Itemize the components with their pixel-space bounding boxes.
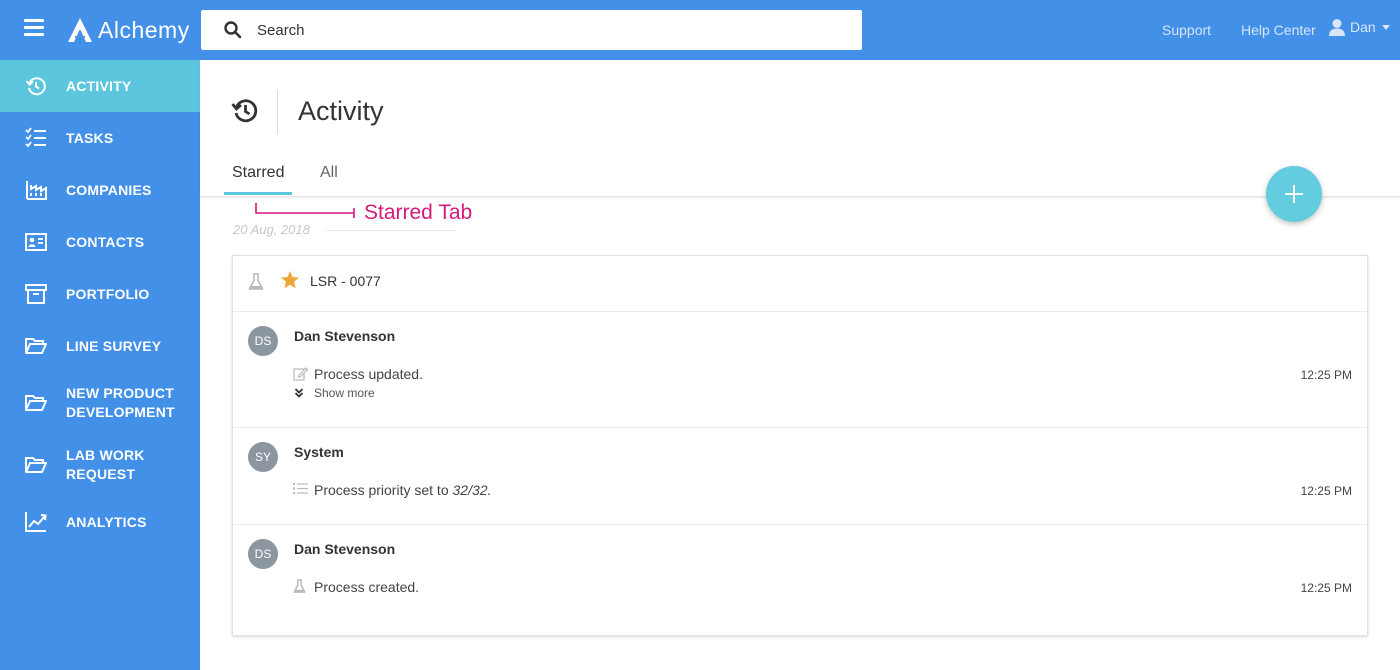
- sidebar-item-label: PORTFOLIO: [66, 286, 150, 302]
- card-header[interactable]: LSR - 0077: [233, 256, 1367, 312]
- activity-entry: SY System Process priority set to 32/32.…: [233, 428, 1367, 525]
- alchemy-logo-icon: [68, 18, 92, 42]
- sidebar-item-label: CONTACTS: [66, 234, 145, 250]
- label-line: LAB WORK: [66, 447, 145, 463]
- date-label: 20 Aug, 2018: [233, 222, 310, 237]
- add-button[interactable]: [1266, 166, 1322, 222]
- sidebar-item-line-survey[interactable]: LINE SURVEY: [0, 320, 200, 372]
- show-more-label: Show more: [314, 386, 375, 400]
- search-box[interactable]: [201, 10, 862, 50]
- label-line: REQUEST: [66, 466, 136, 482]
- priority-value: 32/32: [452, 482, 488, 498]
- sidebar-item-label: COMPANIES: [66, 182, 152, 198]
- search-input[interactable]: [257, 21, 817, 39]
- sidebar-item-label: LAB WORK REQUEST: [66, 446, 145, 484]
- tab-active-indicator: [224, 192, 292, 195]
- sidebar-item-label: LINE SURVEY: [66, 338, 162, 354]
- activity-entry: DS Dan Stevenson Process created. 12:25 …: [233, 525, 1367, 635]
- sidebar-item-companies[interactable]: COMPANIES: [0, 164, 200, 216]
- double-chevron-down-icon: [294, 388, 304, 398]
- sidebar-item-new-product-development[interactable]: NEW PRODUCT DEVELOPMENT: [0, 372, 200, 434]
- star-icon[interactable]: [280, 270, 300, 290]
- entry-author: System: [294, 444, 344, 460]
- history-icon: [231, 99, 258, 123]
- activity-entry: DS Dan Stevenson Process updated. 12:25 …: [233, 312, 1367, 428]
- avatar: DS: [248, 539, 278, 569]
- page-title: Activity: [298, 96, 384, 126]
- sidebar-item-label: TASKS: [66, 130, 114, 146]
- user-name: Dan: [1350, 19, 1376, 35]
- avatar: DS: [248, 326, 278, 356]
- message-suffix: .: [487, 482, 492, 498]
- brand-name: Alchemy: [98, 16, 190, 43]
- show-more-button[interactable]: Show more: [294, 386, 375, 400]
- edit-icon: [293, 367, 308, 381]
- process-id[interactable]: LSR - 0077: [310, 273, 381, 289]
- message-text: Process priority set to: [314, 482, 453, 498]
- history-icon: [25, 77, 46, 96]
- archive-icon: [25, 284, 47, 304]
- sidebar-item-contacts[interactable]: CONTACTS: [0, 216, 200, 268]
- entry-message: Process created.: [314, 579, 420, 595]
- sidebar-item-lab-work-request[interactable]: LAB WORK REQUEST: [0, 434, 200, 496]
- plus-icon: [1285, 185, 1303, 203]
- list-icon: [293, 483, 308, 494]
- menu-icon[interactable]: [24, 19, 44, 39]
- entry-author: Dan Stevenson: [294, 541, 396, 557]
- activity-card: LSR - 0077 DS Dan Stevenson Process upda…: [232, 255, 1368, 636]
- sidebar-item-activity[interactable]: ACTIVITY: [0, 60, 200, 112]
- chart-line-icon: [25, 512, 47, 532]
- label-line: DEVELOPMENT: [66, 404, 175, 420]
- flask-icon: [293, 579, 306, 593]
- contact-card-icon: [25, 233, 47, 251]
- avatar: SY: [248, 442, 278, 472]
- tasks-icon: [25, 127, 46, 148]
- entry-message: Process updated.: [314, 366, 423, 382]
- entry-author: Dan Stevenson: [294, 328, 396, 344]
- sidebar-item-portfolio[interactable]: PORTFOLIO: [0, 268, 200, 320]
- factory-icon: [26, 181, 47, 200]
- sidebar-item-analytics[interactable]: ANALYTICS: [0, 496, 200, 548]
- flask-icon: [248, 273, 264, 290]
- caret-down-icon: [1381, 24, 1390, 30]
- sidebar-item-tasks[interactable]: TASKS: [0, 112, 200, 164]
- page-header: Activity Starred All: [200, 60, 1400, 197]
- header-divider: [277, 90, 278, 134]
- sidebar-item-label: NEW PRODUCT DEVELOPMENT: [66, 384, 175, 422]
- support-link[interactable]: Support: [1162, 22, 1211, 38]
- tab-all[interactable]: All: [320, 164, 338, 182]
- help-center-link[interactable]: Help Center: [1241, 22, 1316, 38]
- entry-time: 12:25 PM: [1300, 581, 1352, 595]
- sidebar: ACTIVITY TASKS COMPANIES CONTACTS PORTFO…: [0, 60, 200, 670]
- folder-open-icon: [25, 457, 47, 473]
- search-icon: [224, 21, 242, 39]
- user-icon: [1329, 19, 1345, 36]
- folder-open-icon: [25, 395, 47, 411]
- annotation-label: Starred Tab: [364, 201, 473, 224]
- entry-message: Process priority set to 32/32.: [314, 482, 491, 498]
- sidebar-item-label: ANALYTICS: [66, 514, 147, 530]
- user-menu[interactable]: Dan: [1328, 18, 1390, 36]
- top-bar: Alchemy Support Help Center Dan: [0, 0, 1400, 60]
- entry-time: 12:25 PM: [1300, 484, 1352, 498]
- brand-logo[interactable]: Alchemy: [66, 14, 190, 46]
- tab-starred[interactable]: Starred: [232, 164, 284, 182]
- label-line: NEW PRODUCT: [66, 385, 174, 401]
- entry-time: 12:25 PM: [1300, 368, 1352, 382]
- folder-open-icon: [25, 338, 47, 354]
- date-divider: [326, 230, 456, 231]
- sidebar-item-label: ACTIVITY: [66, 78, 132, 94]
- annotation-pointer: [255, 203, 355, 218]
